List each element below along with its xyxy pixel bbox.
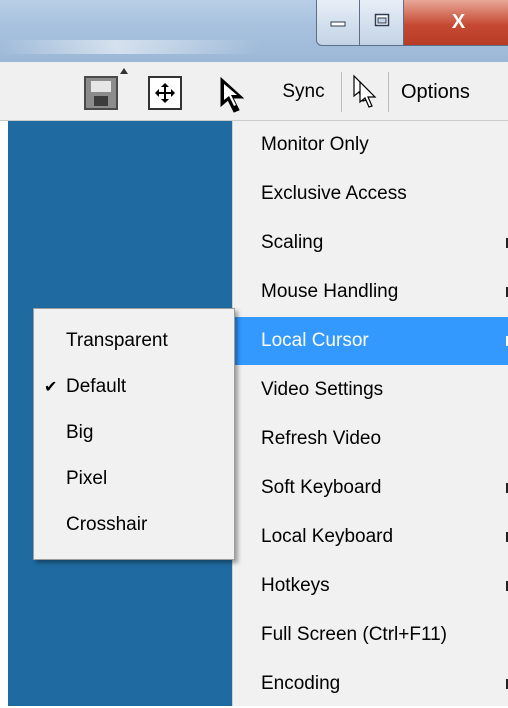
menu-item-local-keyboard[interactable]: Local Keyboard xyxy=(233,513,508,561)
menu-item-hotkeys[interactable]: Hotkeys xyxy=(233,562,508,610)
menu-item-label: Encoding xyxy=(261,673,341,694)
options-menu-button[interactable]: Options xyxy=(388,72,508,112)
titlebar-glass-streak xyxy=(0,40,260,54)
menu-item-label: Scaling xyxy=(261,232,324,253)
submenu-item-crosshair[interactable]: Crosshair xyxy=(34,501,232,549)
menu-item-label: Refresh Video xyxy=(261,428,382,449)
local-cursor-submenu: Transparent ✔ Default Big Pixel Crosshai… xyxy=(33,308,235,560)
toolbar: Sync Options xyxy=(0,62,508,121)
cursor-icon[interactable] xyxy=(218,76,252,119)
menu-item-monitor-only[interactable]: Monitor Only xyxy=(233,121,508,169)
submenu-item-label: Crosshair xyxy=(66,514,148,535)
menu-item-local-cursor[interactable]: Local Cursor xyxy=(233,317,508,365)
save-icon[interactable] xyxy=(84,76,118,110)
minimize-icon xyxy=(330,14,346,32)
menu-item-label: Soft Keyboard xyxy=(261,477,382,498)
menu-item-exclusive-access[interactable]: Exclusive Access xyxy=(233,170,508,218)
menu-item-label: Mouse Handling xyxy=(261,281,399,302)
submenu-item-transparent[interactable]: Transparent xyxy=(34,317,232,365)
fit-screen-icon[interactable] xyxy=(148,76,182,110)
menu-item-label: Local Keyboard xyxy=(261,526,394,547)
menu-item-label: Hotkeys xyxy=(261,575,330,596)
close-button[interactable]: X xyxy=(404,0,508,46)
menu-item-video-settings[interactable]: Video Settings xyxy=(233,366,508,414)
menu-item-full-screen[interactable]: Full Screen (Ctrl+F11) xyxy=(233,611,508,659)
close-icon: X xyxy=(451,11,466,33)
menu-item-label: Exclusive Access xyxy=(261,183,407,204)
menu-item-label: Video Settings xyxy=(261,379,384,400)
window-titlebar: X xyxy=(0,0,508,62)
submenu-item-label: Default xyxy=(66,376,127,397)
menu-item-scaling[interactable]: Scaling xyxy=(233,219,508,267)
menu-item-soft-keyboard[interactable]: Soft Keyboard xyxy=(233,464,508,512)
options-menu: Monitor Only Exclusive Access Scaling Mo… xyxy=(232,121,508,706)
menu-item-label: Monitor Only xyxy=(261,134,369,155)
maximize-button[interactable] xyxy=(360,0,404,46)
checkmark-icon: ✔ xyxy=(44,379,58,396)
dual-cursor-icon[interactable] xyxy=(350,74,380,113)
menu-item-mouse-handling[interactable]: Mouse Handling xyxy=(233,268,508,316)
menu-item-refresh-video[interactable]: Refresh Video xyxy=(233,415,508,463)
submenu-item-label: Big xyxy=(66,422,94,443)
menu-item-label: Local Cursor xyxy=(261,330,369,351)
submenu-item-label: Transparent xyxy=(66,330,168,351)
submenu-item-default[interactable]: ✔ Default xyxy=(34,363,232,411)
submenu-item-pixel[interactable]: Pixel xyxy=(34,455,232,503)
caption-buttons: X xyxy=(316,0,508,48)
menu-item-encoding[interactable]: Encoding xyxy=(233,660,508,708)
submenu-item-big[interactable]: Big xyxy=(34,409,232,457)
window-left-edge xyxy=(0,121,8,706)
options-label: Options xyxy=(401,80,470,103)
submenu-item-label: Pixel xyxy=(66,468,108,489)
save-dropdown-arrow-icon[interactable] xyxy=(120,68,128,74)
menu-item-label: Full Screen (Ctrl+F11) xyxy=(261,624,448,645)
maximize-icon xyxy=(374,13,390,32)
sync-label: Sync xyxy=(282,81,325,102)
minimize-button[interactable] xyxy=(316,0,360,46)
sync-button[interactable]: Sync xyxy=(266,72,342,112)
